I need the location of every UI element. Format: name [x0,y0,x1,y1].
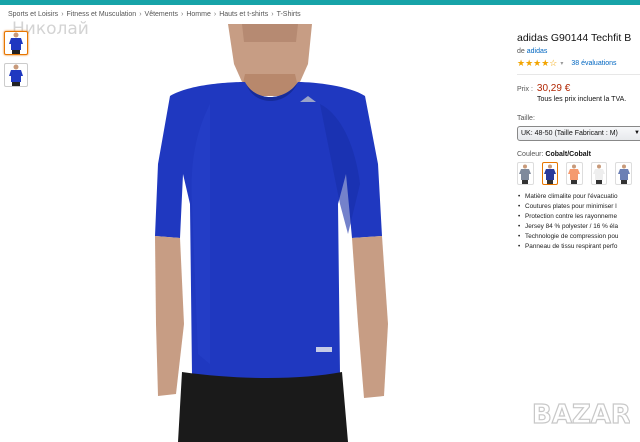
feature-bullet: Protection contre les rayonneme [517,213,640,220]
breadcrumb-separator: › [61,11,64,18]
breadcrumb-homme[interactable]: Homme [186,11,211,18]
watermark-bottom-text: BAZAR [532,400,630,430]
product-image [155,24,388,442]
shirt-thumbnail-icon [9,64,23,86]
feature-bullet: Panneau de tissu respirant perfo [517,243,640,250]
bazar-watermark-logo: BAZAR [531,399,630,430]
rating-row: ★★★★☆ ▾ 38 évaluations [517,58,640,69]
product-info: adidas G90144 Techfit B de adidas ★★★★☆ … [517,32,640,253]
shirt-swatch-icon [593,164,606,184]
color-swatch[interactable] [566,162,583,185]
price-value: 30,29 € [536,83,571,94]
shirt-swatch-icon [543,164,556,184]
color-swatch[interactable] [615,162,632,185]
color-row: Couleur: Cobalt/Cobalt [517,151,640,158]
breadcrumb-tshirts[interactable]: T-Shirts [277,11,301,18]
thumbnail-back[interactable] [4,63,28,87]
divider [517,74,640,75]
feature-bullet: Matière climalite pour l'évacuatio [517,193,640,200]
brand-prefix: de [517,48,525,55]
breadcrumb-fitness[interactable]: Fitness et Musculation [67,11,137,18]
shirt-swatch-icon [568,164,581,184]
color-swatches [517,162,640,185]
size-selected-value: UK: 48-50 (Taille Fabricant : M) [521,130,618,137]
feature-bullet: Coutures plates pour minimiser l [517,203,640,210]
color-swatch[interactable] [517,162,534,185]
breadcrumb-separator: › [139,11,142,18]
price-label: Prix : [517,86,533,93]
breadcrumb-vetements[interactable]: Vêtements [145,11,178,18]
product-title: adidas G90144 Techfit B [517,32,632,44]
color-swatch[interactable] [541,162,559,185]
breadcrumb-hauts[interactable]: Hauts et t-shirts [219,11,268,18]
tva-note: Tous les prix incluent la TVA. [537,96,627,103]
size-dropdown[interactable]: UK: 48-50 (Taille Fabricant : M) ▼ [517,126,640,141]
color-selected-value: Cobalt/Cobalt [545,151,591,158]
size-label: Taille: [517,115,535,122]
shirt-thumbnail-icon [9,32,23,54]
top-bar [0,0,640,5]
feature-bullets: Matière climalite pour l'évacuatio Coutu… [517,193,640,250]
brand-link[interactable]: adidas [527,48,548,55]
feature-bullet: Jersey 84 % polyester / 16 % éla [517,223,640,230]
thumbnail-front[interactable] [4,31,28,55]
brand-line: de adidas [517,48,640,55]
shirt-swatch-icon [519,164,532,184]
thumbnail-list [4,31,30,95]
price-row: Prix : 30,29 € [517,83,640,94]
reviews-link[interactable]: 38 évaluations [571,60,616,67]
breadcrumb-separator: › [271,11,274,18]
feature-bullet: Technologie de compression pou [517,233,640,240]
chevron-down-icon: ▼ [634,130,640,136]
breadcrumb-separator: › [213,11,217,18]
breadcrumb-sports[interactable]: Sports et Loisirs [8,11,58,18]
breadcrumb-separator: › [181,11,184,18]
star-rating-icon[interactable]: ★★★★☆ [517,58,557,69]
breadcrumb: Sports et Loisirs › Fitness et Musculation… [8,11,301,18]
color-swatch[interactable] [590,162,608,185]
color-label: Couleur: [517,151,544,158]
chevron-down-icon[interactable]: ▾ [560,60,563,67]
shirt-swatch-icon [617,164,630,184]
